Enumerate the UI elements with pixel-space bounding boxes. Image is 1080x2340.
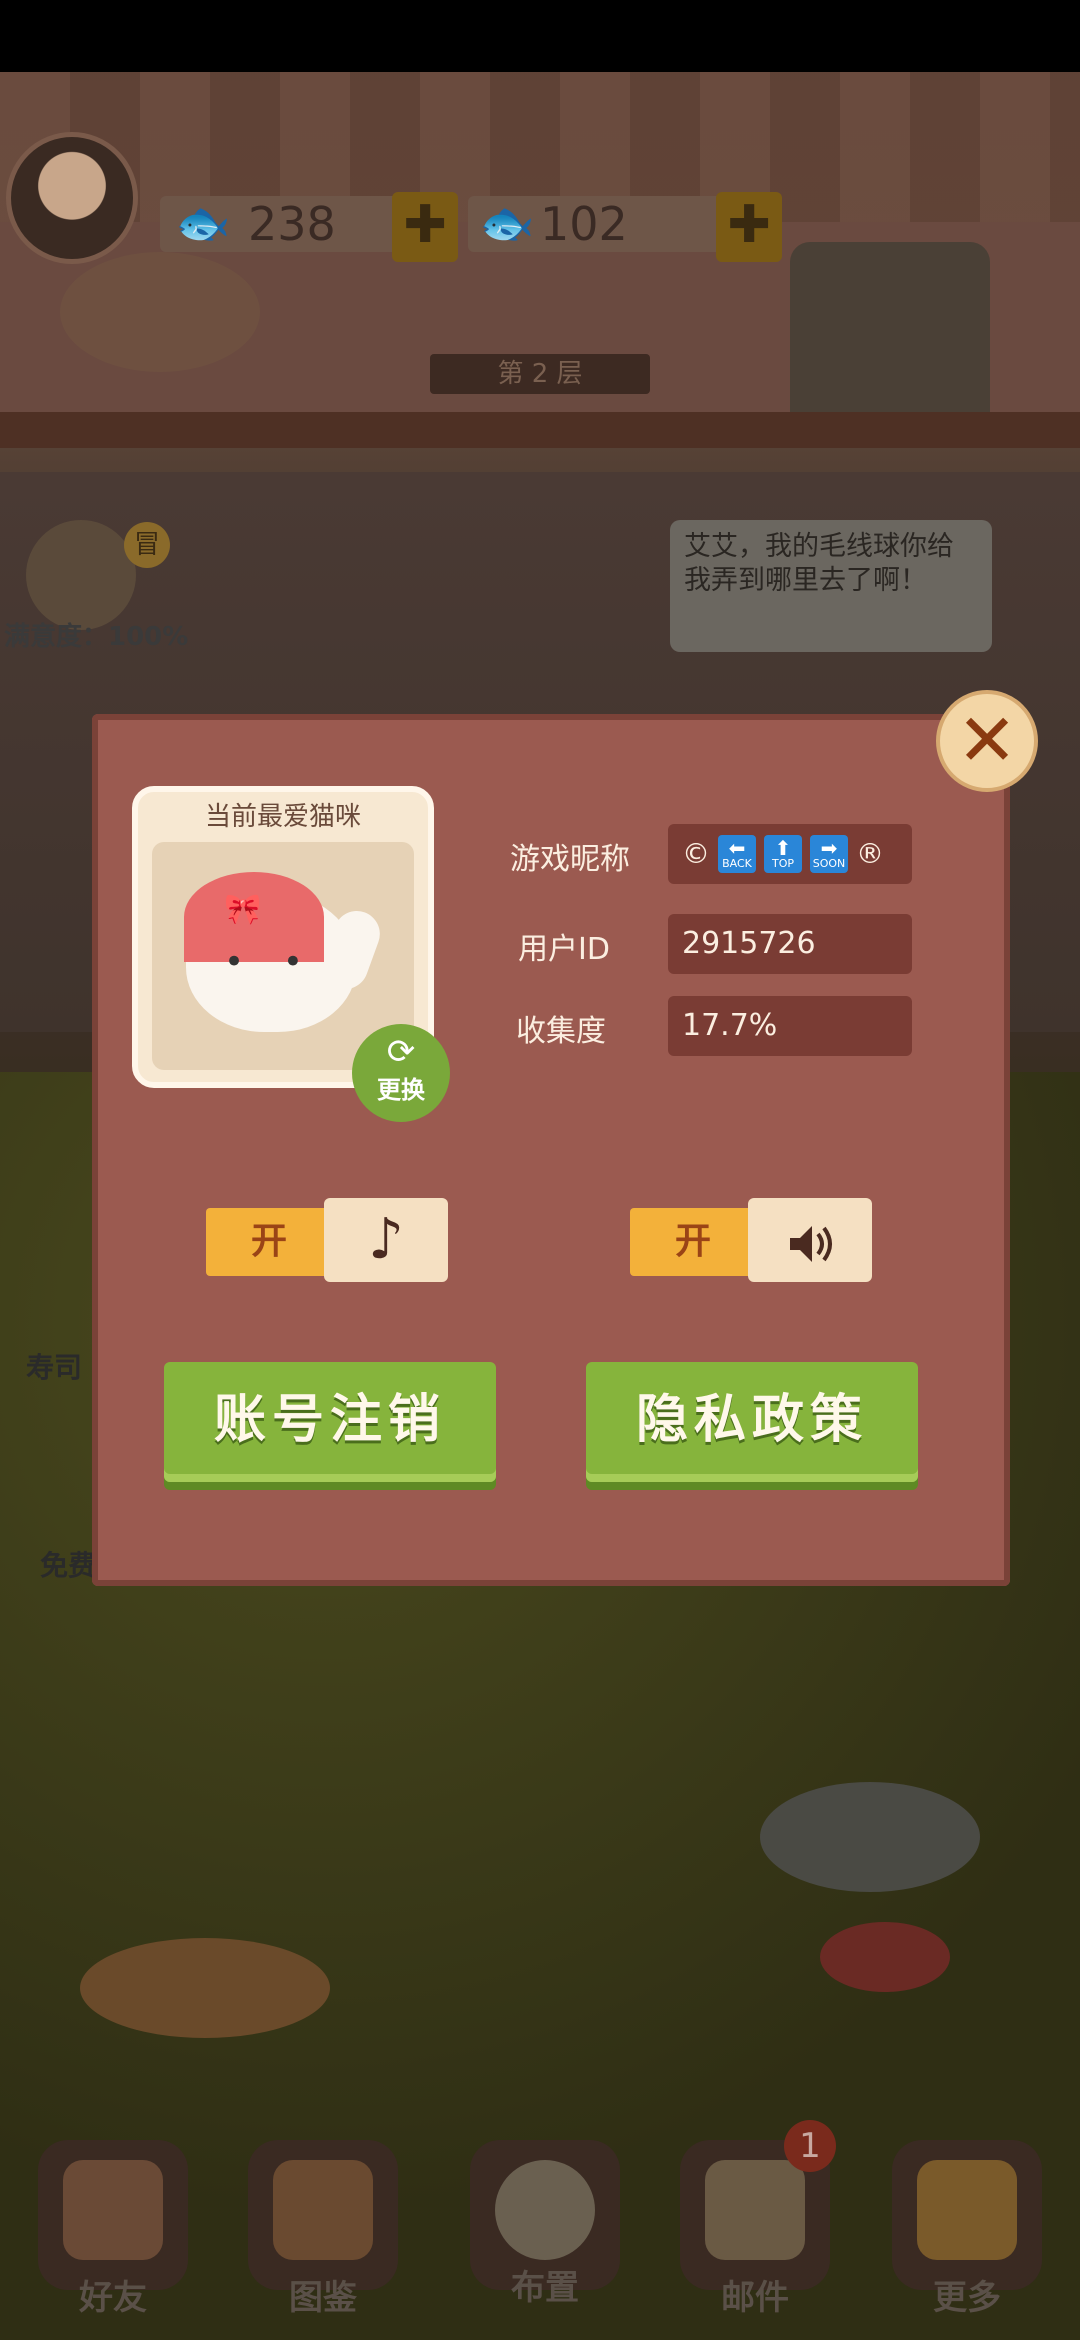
top-arrow-glyph: ⬆ — [774, 836, 792, 860]
npc-badge: 冒 — [124, 522, 170, 568]
collection-field: 17.7% — [668, 996, 912, 1056]
speaker-icon — [748, 1198, 872, 1282]
cat-bed-decoration — [60, 252, 260, 372]
nav-friends[interactable]: 好友 — [18, 2120, 208, 2340]
gold-fish-icon: 🐟 — [479, 198, 535, 249]
flower-pot-icon — [495, 2160, 595, 2260]
nav-friends-label: 好友 — [79, 2278, 147, 2318]
refresh-icon: ⟳ — [386, 1032, 416, 1072]
swap-cat-button[interactable]: ⟳ 更换 — [352, 1024, 450, 1122]
player-avatar[interactable] — [6, 132, 138, 264]
fish-icon: 🐟 — [175, 198, 231, 249]
floor-label: 第 2 层 — [430, 354, 650, 394]
add-fish-button[interactable]: ✚ — [392, 192, 458, 262]
music-toggle[interactable]: 开 ♪ — [206, 1198, 452, 1282]
book-icon — [273, 2160, 373, 2260]
nav-more-label: 更多 — [933, 2278, 1001, 2318]
top-arrow-icon: ⬆ TOP — [764, 835, 802, 873]
nav-catalog-label: 图鉴 — [289, 2278, 357, 2318]
nickname-label: 游戏昵称 — [510, 842, 630, 877]
back-arrow-text: BACK — [722, 857, 752, 870]
back-arrow-glyph: ⬅ — [728, 836, 746, 860]
add-gold-fish-button[interactable]: ✚ — [716, 192, 782, 262]
collection-label: 收集度 — [516, 1014, 606, 1049]
status-bar — [0, 0, 1080, 72]
swap-label: 更换 — [377, 1076, 425, 1104]
soon-arrow-icon: ➡ SOON — [810, 835, 848, 873]
speech-bubble: 艾艾，我的毛线球你给我弄到哪里去了啊！ — [670, 520, 992, 652]
nickname-suffix: ® — [856, 837, 884, 870]
music-toggle-state: 开 — [206, 1208, 332, 1276]
pet-cushion-decoration — [80, 1938, 330, 2038]
cat-face-icon: • • — [224, 942, 317, 982]
nickname-prefix: © — [682, 837, 710, 870]
shelf-beam — [0, 412, 1080, 448]
nav-more[interactable]: 更多 — [872, 2120, 1062, 2340]
food-bowl-decoration — [820, 1922, 950, 1992]
user-id-field: 2915726 — [668, 914, 912, 974]
speaker-icon-svg — [790, 1225, 832, 1262]
nav-mail[interactable]: 1 邮件 — [660, 2120, 850, 2340]
armchair-decoration — [790, 242, 990, 432]
music-note-icon: ♪ — [324, 1198, 448, 1282]
gold-fish-count: 102 — [540, 197, 628, 251]
envelope-icon — [705, 2160, 805, 2260]
nickname-field: © ⬅ BACK ⬆ TOP ➡ SOON ® — [668, 824, 912, 884]
close-button[interactable]: ✕ — [936, 690, 1038, 792]
fish-count: 238 — [248, 197, 336, 251]
question-cat-icon — [917, 2160, 1017, 2260]
soon-arrow-glyph: ➡ — [820, 836, 838, 860]
top-arrow-text: TOP — [771, 857, 794, 870]
soon-arrow-text: SOON — [812, 857, 846, 870]
back-arrow-icon: ⬅ BACK — [718, 835, 756, 873]
favorite-cat-title: 当前最爱猫咪 — [204, 802, 361, 832]
mail-badge: 1 — [784, 2120, 836, 2172]
privacy-policy-button[interactable]: 隐私政策 — [586, 1362, 918, 1482]
sound-toggle-state: 开 — [630, 1208, 756, 1276]
sound-toggle[interactable]: 开 — [630, 1198, 876, 1282]
nav-decorate-label: 布置 — [511, 2268, 579, 2308]
bottom-navigation: 好友 图鉴 布置 1 邮件 更多 — [0, 2120, 1080, 2340]
grey-cat-decoration — [760, 1782, 980, 1892]
nav-mail-label: 邮件 — [721, 2278, 789, 2318]
user-id-label: 用户ID — [518, 932, 610, 967]
bow-icon: 🎀 — [224, 892, 262, 927]
nav-decorate[interactable]: 布置 — [450, 2120, 640, 2340]
free-label: 免费 — [40, 1549, 97, 1582]
satisfaction-label: 满意度：100% — [4, 622, 189, 652]
friends-icon — [63, 2160, 163, 2260]
sushi-label: 寿司 — [26, 1351, 83, 1384]
nav-catalog[interactable]: 图鉴 — [228, 2120, 418, 2340]
npc-face-icon — [26, 520, 136, 630]
account-deregister-button[interactable]: 账号注销 — [164, 1362, 496, 1482]
